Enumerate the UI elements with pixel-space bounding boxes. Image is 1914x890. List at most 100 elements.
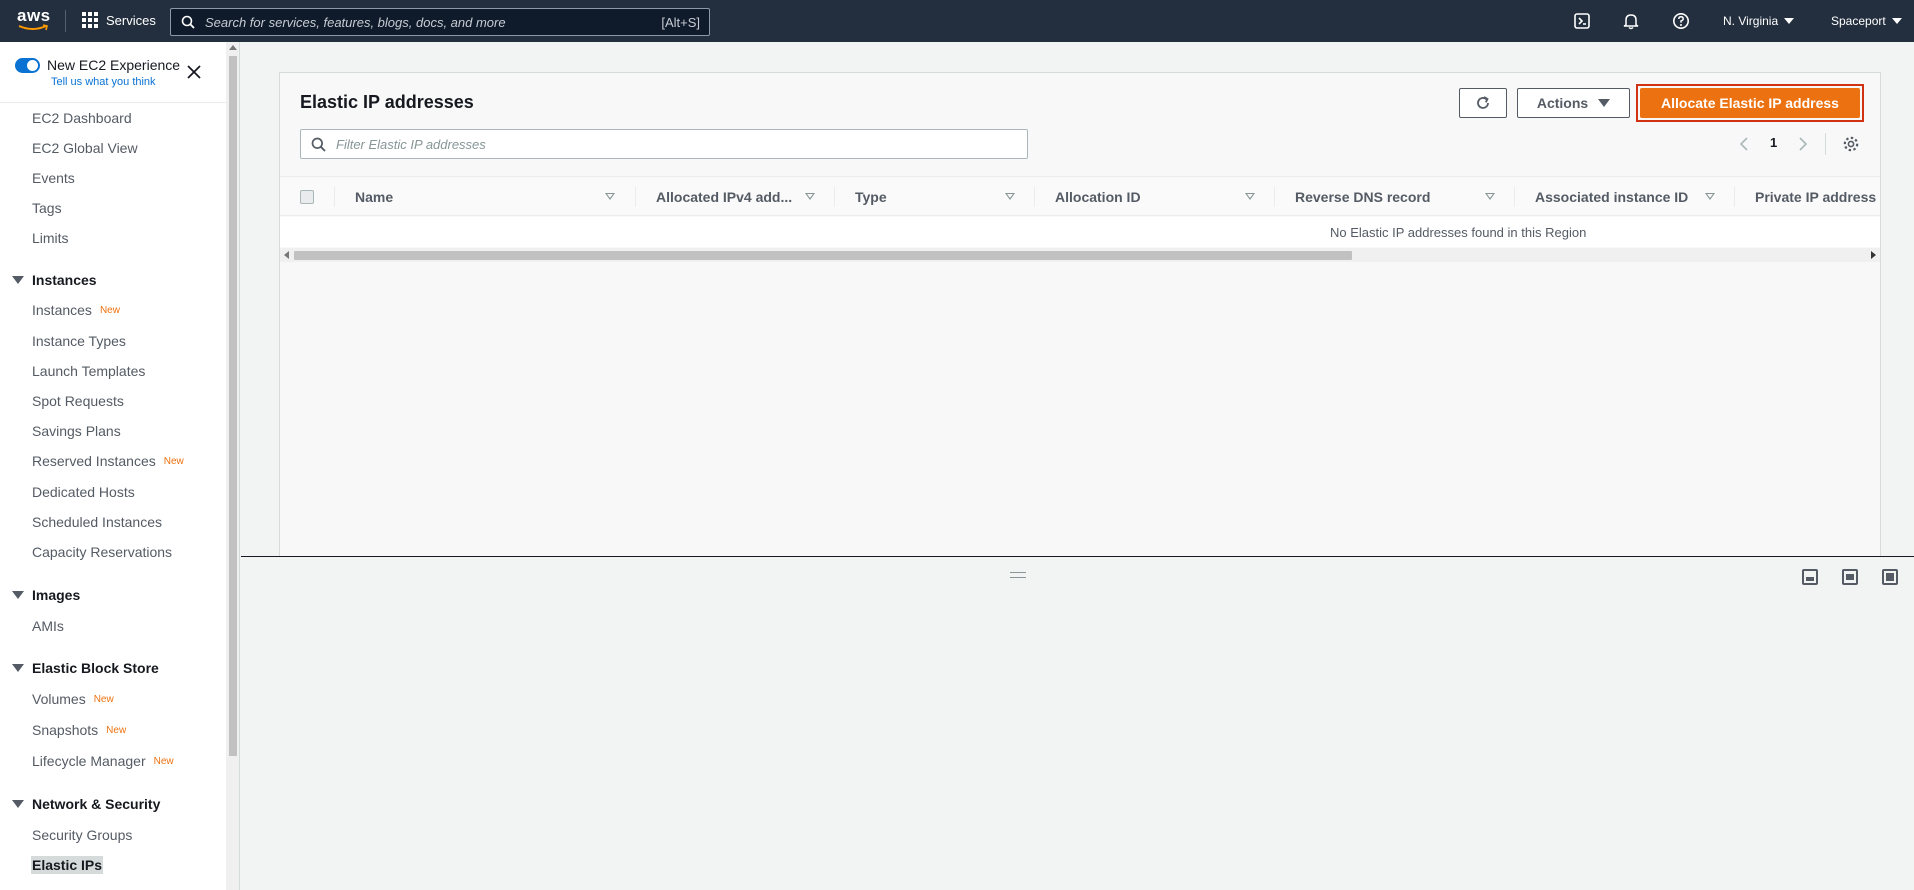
sidebar-item-volumes[interactable]: Volumes New [32,691,114,707]
page-number[interactable]: 1 [1770,135,1777,150]
scrollbar-thumb[interactable] [229,56,237,756]
split-middle-icon[interactable] [1842,569,1858,585]
sidebar-item-scheduled-instances[interactable]: Scheduled Instances [32,514,162,530]
caret-down-icon [12,800,24,808]
sidebar-item-reserved-instances[interactable]: Reserved Instances New [32,453,184,469]
bell-icon[interactable] [1622,12,1640,30]
column-header-allocation-id[interactable]: Allocation ID [1055,189,1141,205]
sidebar-item-label: Reserved Instances [32,453,156,469]
new-badge: New [153,755,174,767]
filter-input[interactable]: Filter Elastic IP addresses [300,129,1028,159]
scrollbar-thumb[interactable] [294,251,1352,260]
sidebar-item-limits[interactable]: Limits [32,230,69,246]
column-header-reverse-dns[interactable]: Reverse DNS record [1295,189,1430,205]
sidebar-item-launch-templates[interactable]: Launch Templates [32,363,145,379]
new-experience-toggle[interactable] [15,58,40,73]
sidebar-item-label: Events [32,170,75,186]
sort-icon[interactable] [605,193,615,200]
sidebar-item-label: Savings Plans [32,423,121,439]
sidebar-item-label: Spot Requests [32,393,124,409]
sidebar-item-instances[interactable]: Instances New [32,302,120,318]
allocate-elastic-ip-button[interactable]: Allocate Elastic IP address [1640,88,1860,118]
sidebar-item-label: Limits [32,230,69,246]
sidebar-item-label: Launch Templates [32,363,146,379]
column-header-associated-instance[interactable]: Associated instance ID [1535,189,1688,205]
sidebar-item-tags[interactable]: Tags [32,200,62,216]
sidebar-section-network-security[interactable]: Network & Security [12,796,160,812]
sidebar-item-amis[interactable]: AMIs [32,618,64,634]
top-navigation: aws Services Search for services, featur… [0,0,1914,42]
chevron-left-icon[interactable] [1739,136,1749,152]
new-badge: New [99,304,120,316]
scroll-up-icon[interactable] [229,45,237,50]
scroll-left-icon[interactable] [284,251,289,259]
sidebar-item-spot-requests[interactable]: Spot Requests [32,393,124,409]
services-label: Services [106,12,156,28]
chevron-right-icon[interactable] [1798,136,1808,152]
nav-divider [65,10,66,32]
split-panel-resize-handle[interactable] [1010,572,1026,578]
caret-down-icon [12,591,24,599]
sort-icon[interactable] [1705,193,1715,200]
sidebar-item-label: Capacity Reservations [32,544,173,560]
scroll-right-icon[interactable] [1871,251,1876,259]
gear-icon[interactable] [1842,135,1860,153]
sidebar-section-instances[interactable]: Instances [12,272,97,288]
filter-placeholder: Filter Elastic IP addresses [336,136,486,152]
sidebar-section-title: Elastic Block Store [32,660,159,676]
help-icon[interactable] [1672,12,1690,30]
new-badge: New [163,455,184,467]
aws-logo[interactable]: aws [17,7,51,35]
new-experience-title: New EC2 Experience [47,57,181,73]
sidebar-section-title: Instances [32,272,97,288]
actions-label: Actions [1536,95,1589,111]
sidebar-section-elastic-block-store[interactable]: Elastic Block Store [12,660,159,676]
split-full-icon[interactable] [1882,569,1898,585]
aws-logo-text: aws [17,6,51,25]
sidebar-item-instance-types[interactable]: Instance Types [32,333,126,349]
column-header-private-ip[interactable]: Private IP address [1755,189,1876,205]
feedback-link[interactable]: Tell us what you think [51,76,156,88]
new-experience-header: New EC2 Experience Tell us what you thin… [14,56,214,92]
services-menu-button[interactable]: Services [82,12,156,28]
sort-icon[interactable] [1485,193,1495,200]
column-header-allocated-ipv4[interactable]: Allocated IPv4 add... [656,189,792,205]
sort-icon[interactable] [805,193,815,200]
caret-down-icon [1891,18,1902,24]
sidebar-item-label: EC2 Dashboard [32,110,132,126]
cloudshell-icon[interactable] [1573,12,1591,30]
sidebar-item-label: Lifecycle Manager [32,753,146,769]
sidebar-item-capacity-reservations[interactable]: Capacity Reservations [32,544,172,560]
search-icon [311,137,326,152]
sidebar-item-label: Instances [32,302,92,318]
sidebar-item-dedicated-hosts[interactable]: Dedicated Hosts [32,484,135,500]
global-search-input[interactable]: Search for services, features, blogs, do… [170,8,710,36]
split-bottom-icon[interactable] [1802,569,1818,585]
sidebar-item-savings-plans[interactable]: Savings Plans [32,423,121,439]
sidebar-item-label: Security Groups [32,827,133,843]
sidebar-item-label: Tags [32,200,62,216]
column-header-type[interactable]: Type [855,189,887,205]
sidebar-item-ec2-dashboard[interactable]: EC2 Dashboard [32,110,132,126]
sidebar-item-security-groups[interactable]: Security Groups [32,827,132,843]
account-menu[interactable]: Spaceport [1831,14,1902,28]
column-header-name[interactable]: Name [355,189,393,205]
sidebar-section-images[interactable]: Images [12,587,80,603]
sort-icon[interactable] [1005,193,1015,200]
actions-dropdown[interactable]: Actions [1517,88,1630,118]
sidebar-section-title: Network & Security [32,796,161,812]
sort-icon[interactable] [1245,193,1255,200]
sidebar-item-ec2-global-view[interactable]: EC2 Global View [32,140,138,156]
sidebar-section-title: Images [32,587,81,603]
region-selector[interactable]: N. Virginia [1723,14,1795,28]
sidebar-item-snapshots[interactable]: Snapshots New [32,722,126,738]
sidebar-item-elastic-ips[interactable]: Elastic IPs [31,856,104,874]
close-icon[interactable] [186,64,202,80]
grid-icon [82,12,98,28]
table-horizontal-scrollbar[interactable] [280,248,1880,262]
sidebar-scrollbar[interactable] [226,42,240,890]
sidebar-item-events[interactable]: Events [32,170,75,186]
select-all-checkbox[interactable] [300,190,314,204]
refresh-button[interactable] [1459,88,1507,118]
sidebar-item-lifecycle-manager[interactable]: Lifecycle Manager New [32,753,174,769]
